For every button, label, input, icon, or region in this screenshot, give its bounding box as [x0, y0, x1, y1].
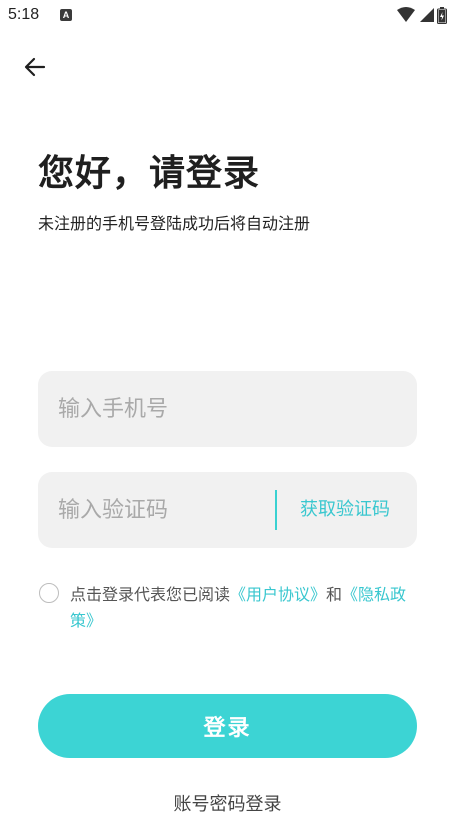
status-icons: [397, 6, 447, 24]
user-agreement-link[interactable]: 《用户协议》: [230, 585, 326, 604]
status-time: 5:18: [8, 6, 40, 23]
back-button[interactable]: [20, 52, 50, 82]
agreement-text: 点击登录代表您已阅读《用户协议》和《隐私政策》: [70, 582, 420, 634]
agreement-checkbox[interactable]: [39, 583, 59, 603]
phone-input[interactable]: [58, 371, 398, 447]
agreement-prefix: 点击登录代表您已阅读: [70, 585, 231, 604]
signal-icon: [420, 8, 434, 22]
a-badge-icon: A: [60, 9, 72, 21]
get-code-button[interactable]: 获取验证码: [300, 472, 390, 548]
phone-field-container: [38, 371, 417, 447]
agreement-connector: 和: [326, 585, 343, 604]
arrow-left-icon: [24, 57, 46, 77]
page-subtitle: 未注册的手机号登陆成功后将自动注册: [38, 214, 311, 233]
login-button[interactable]: 登录: [38, 694, 417, 758]
wifi-icon: [397, 7, 415, 22]
status-bar: 5:18 A: [0, 0, 455, 32]
verification-code-input[interactable]: [58, 472, 258, 548]
battery-icon: [437, 6, 447, 24]
code-divider: [275, 490, 277, 530]
password-login-link[interactable]: 账号密码登录: [0, 790, 455, 816]
code-field-container: 获取验证码: [38, 472, 417, 548]
page-title: 您好，请登录: [38, 153, 261, 194]
